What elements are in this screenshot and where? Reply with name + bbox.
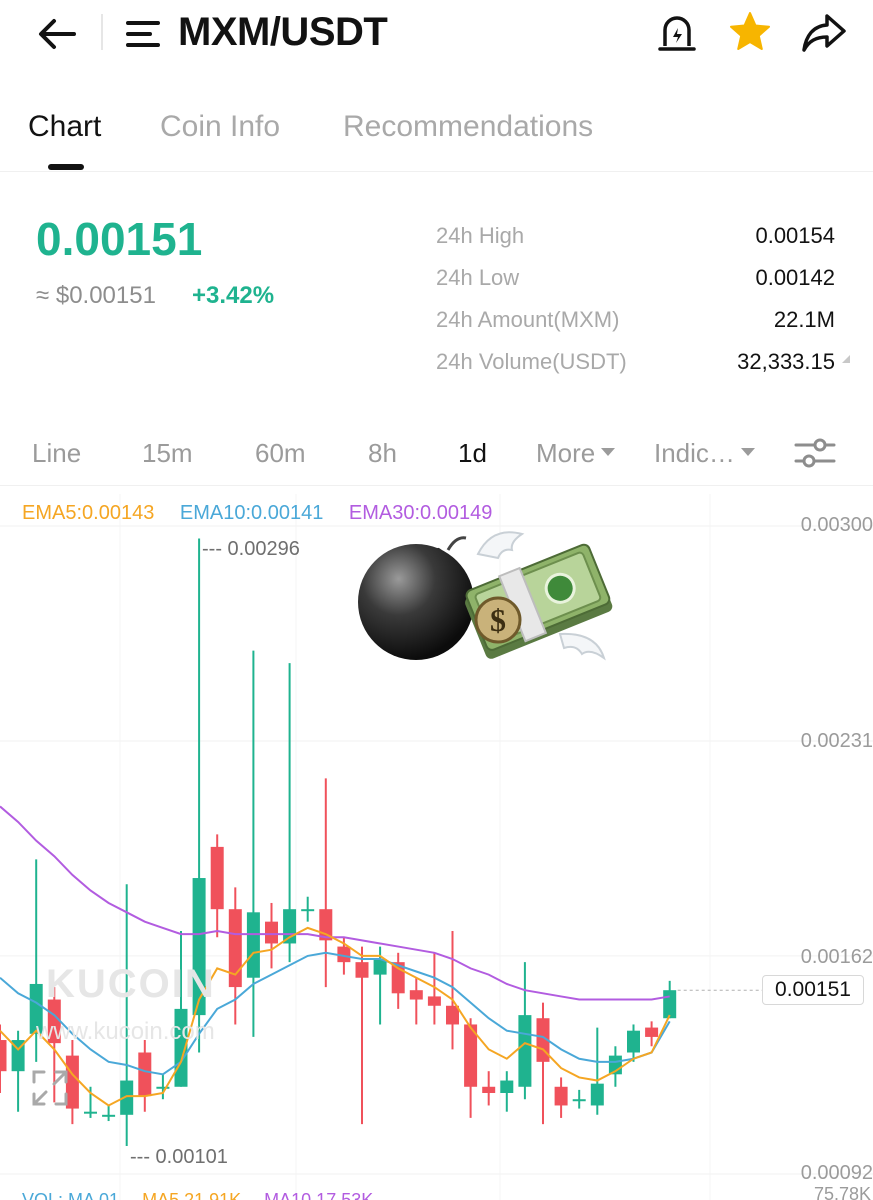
ema10-label: EMA10:0.00141 [179,502,324,524]
last-price: 0.00151 [36,213,203,265]
candle-body [210,846,224,910]
price-change: +3.42% [192,282,275,309]
favorite-star-icon[interactable] [726,8,774,56]
stat-label-24h-amount: 24h Amount(MXM) [436,307,620,332]
candle-body [482,1086,496,1093]
volume-ma5-label: MA5 21.91K [142,1190,242,1200]
y-tick-label: 0.00300 [800,514,873,536]
menu-icon[interactable] [124,14,164,54]
y-tick-label: 0.00162 [800,946,873,968]
stat-value-24h-volume: 32,333.15 [737,349,835,374]
high-value: 0.00296 [227,538,300,560]
stat-value-24h-amount: 22.1M [773,307,835,332]
candle-body [663,990,677,1019]
low-value: 0.00101 [155,1146,228,1168]
stat-value-24h-low: 0.00142 [755,265,835,290]
header-divider [101,14,103,50]
active-tab-indicator [48,164,84,170]
candle-body [246,912,260,978]
interval-1d[interactable]: 1d [458,438,487,469]
stat-label-24h-volume: 24h Volume(USDT) [436,349,627,374]
y-tick-label: 0.00231 [800,730,873,752]
candle-body [427,996,441,1006]
low-marker-label: --- 0.00101 [130,1146,228,1168]
candle-body [518,1015,532,1087]
indicators-label: Indic… [654,438,735,468]
interval-8h[interactable]: 8h [368,438,397,469]
candle-body [645,1027,659,1037]
stat-label-24h-high: 24h High [436,223,525,248]
candle-body [409,990,423,1000]
bomb-money-emoji-sticker: $ [352,524,614,674]
back-arrow-icon[interactable] [34,12,82,56]
candle-body [590,1083,604,1106]
candle-body [265,921,278,944]
chart-settings-icon[interactable] [792,430,838,476]
ema5-label: EMA5:0.00143 [22,502,155,524]
watermark-url: www.kucoin.com [36,1018,215,1045]
candle-body [0,1040,7,1072]
share-icon[interactable] [800,10,848,56]
volume-toggle-icon[interactable] [842,355,850,363]
candle-body [102,1114,116,1117]
volume-ma-row: VOL: MA 01 MA5 21.91K MA10 17.53K [22,1190,373,1200]
pair-title[interactable]: MXM/USDT [178,10,388,55]
top-bar: MXM/USDT [0,0,873,72]
high-marker-label: --- 0.00296 [202,538,300,560]
candle-body [138,1052,152,1097]
tab-chart[interactable]: Chart [28,110,101,144]
interval-bar: Line 15m 60m 8h 1d More Indic… [0,420,873,486]
tab-recommendations[interactable]: Recommendations [343,110,593,144]
tab-bar: Chart Coin Info Recommendations [0,96,873,172]
price-usd: ≈ $0.00151 [36,282,156,309]
price-alert-icon[interactable] [654,10,700,56]
candle-body [301,909,315,912]
interval-60m[interactable]: 60m [255,438,306,469]
interval-line[interactable]: Line [32,438,81,469]
svg-text:$: $ [490,602,506,638]
caret-down-icon [740,448,755,457]
last-price-tag: 0.00151 [762,975,864,1006]
candle-body [355,962,369,978]
ema30-label: EMA30:0.00149 [348,502,493,524]
interval-15m[interactable]: 15m [142,438,193,469]
candle-body [500,1080,514,1093]
interval-more-label: More [536,438,596,468]
candle-body [446,1005,459,1025]
indicators-dropdown[interactable]: Indic… [654,438,755,469]
caret-down-icon [601,448,616,457]
candlestick-chart[interactable]: EMA5:0.00143 EMA10:0.00141 EMA30:0.00149… [0,494,873,1200]
fullscreen-expand-icon[interactable] [30,1068,70,1108]
watermark-logo: KUCOIN [46,962,216,1006]
candle-body [572,1099,586,1102]
stat-label-24h-low: 24h Low [436,265,520,290]
volume-ma10-label: MA10 17.53K [264,1190,374,1200]
candle-body [84,1111,97,1114]
stat-value-24h-high: 0.00154 [755,223,835,248]
candle-body [627,1030,640,1053]
tab-coin-info[interactable]: Coin Info [160,110,280,144]
y-tick-label: 0.00092 [800,1162,873,1184]
candle-body [554,1086,568,1106]
interval-more[interactable]: More [536,438,616,469]
volume-axis-label: 75.78K [813,1184,871,1200]
volume-label: VOL: MA 01 [22,1190,120,1200]
ema-legend: EMA5:0.00143 EMA10:0.00141 EMA30:0.00149 [22,502,512,525]
